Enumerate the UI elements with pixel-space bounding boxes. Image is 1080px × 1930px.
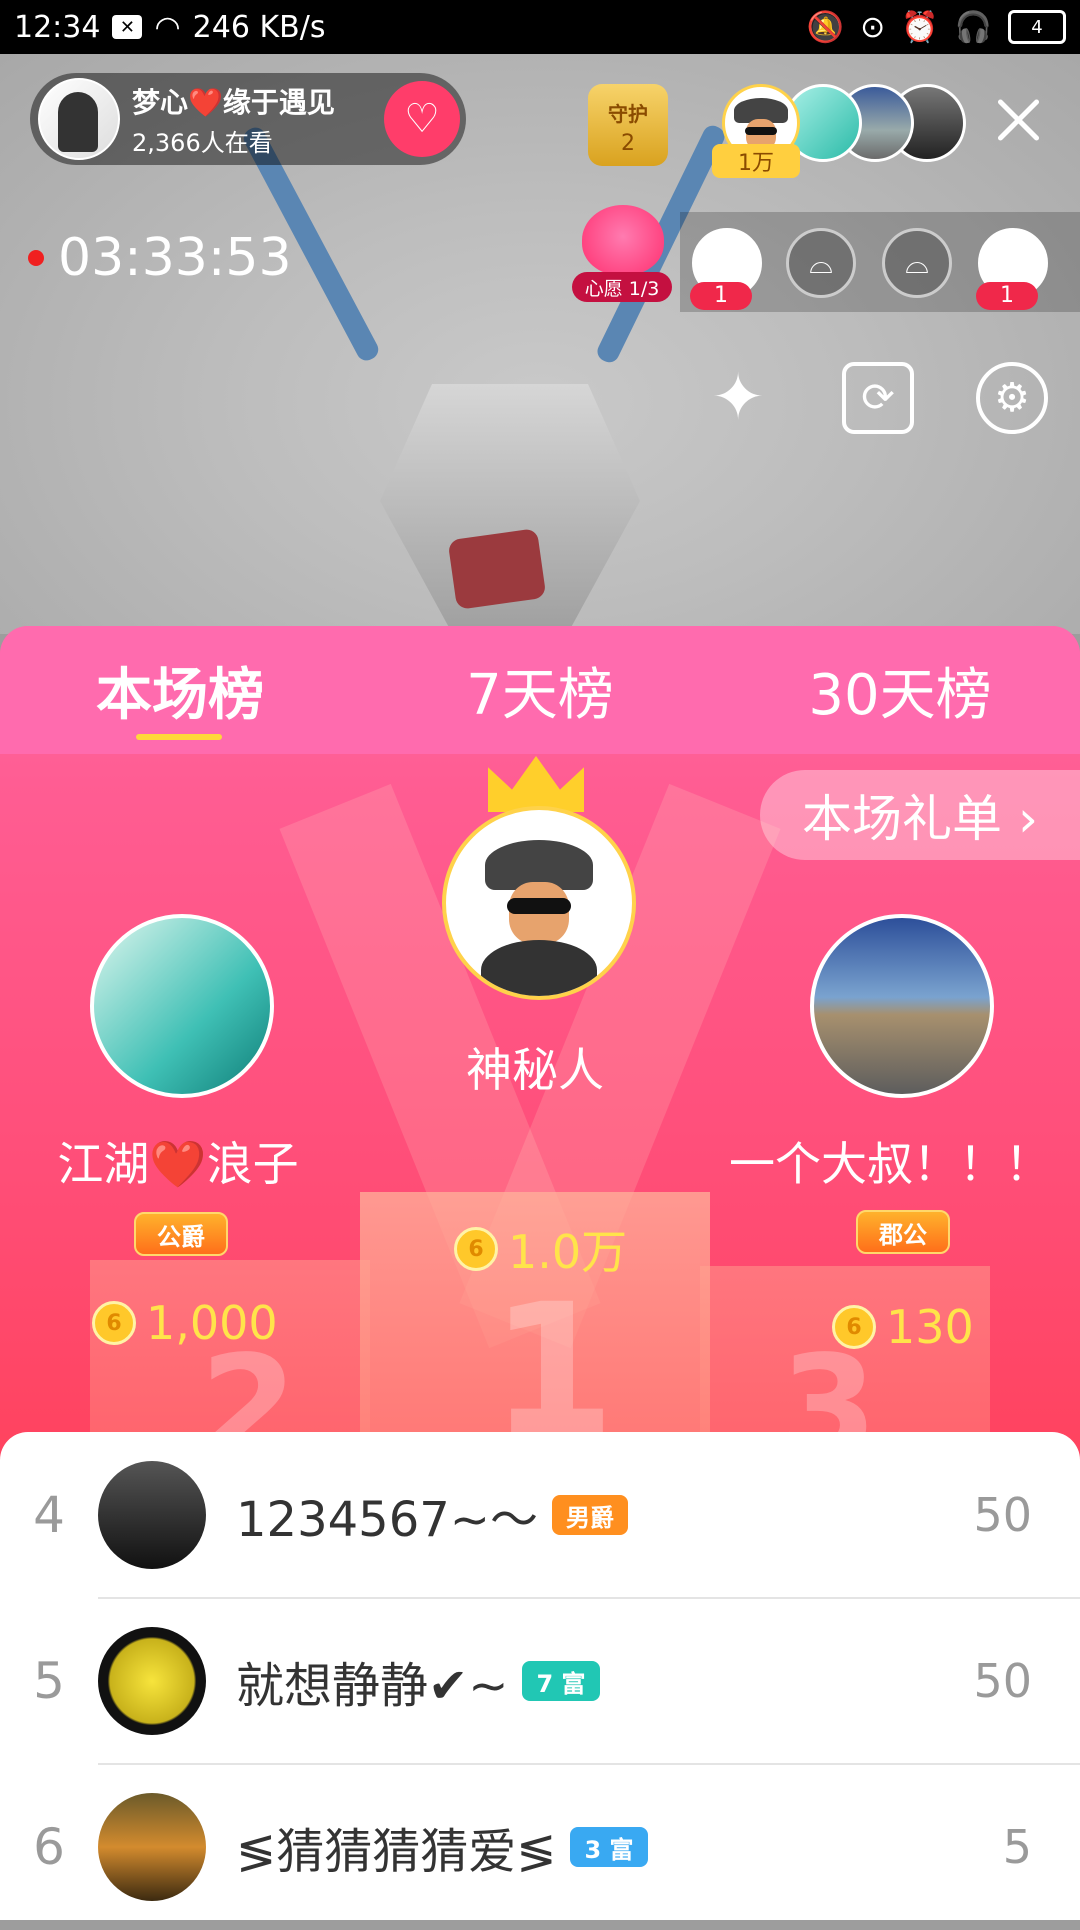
second-place-amount-value: 1,000 bbox=[146, 1296, 278, 1350]
wish-label: 心愿 1/3 bbox=[572, 272, 672, 302]
first-place-amount: 6 1.0万 bbox=[454, 1216, 627, 1282]
alarm-icon: ⏰ bbox=[901, 9, 939, 45]
gift-list-button[interactable]: 本场礼单 › bbox=[760, 770, 1080, 860]
user-name: ≶猜猜猜猜爱≶ bbox=[236, 1824, 557, 1880]
host-avatar[interactable] bbox=[38, 78, 120, 160]
title-badge-count: 郡公 bbox=[856, 1210, 950, 1254]
user-name: 1234567~〜 bbox=[236, 1492, 538, 1548]
coin-icon: 6 bbox=[92, 1301, 136, 1345]
lock-icon: ⊙ bbox=[860, 9, 886, 45]
third-place-amount: 6 130 bbox=[832, 1300, 974, 1354]
host-info-pill[interactable]: 梦心❤️缘于遇见 2,366人在看 ♡ bbox=[30, 73, 466, 165]
list-item[interactable]: 5 就想静静✔~ 7 富 50 bbox=[0, 1598, 1080, 1764]
wealth-badge: 3 富 bbox=[570, 1827, 648, 1867]
list-item[interactable]: 4 1234567~〜 男爵 50 bbox=[0, 1432, 1080, 1598]
first-place-name: 神秘人 bbox=[466, 1043, 604, 1097]
timer-text: 03:33:53 bbox=[58, 228, 292, 288]
user-avatar[interactable] bbox=[98, 1627, 206, 1735]
heart-plus-icon: ♡ bbox=[404, 96, 440, 142]
leaderboard-tabs: 本场榜 7天榜 30天榜 bbox=[0, 626, 1080, 754]
guard-label: 守护 bbox=[608, 102, 648, 126]
follow-button[interactable]: ♡ bbox=[384, 81, 460, 157]
battery-icon: 4 bbox=[1008, 10, 1066, 44]
first-place-avatar[interactable] bbox=[442, 806, 636, 1000]
contribution-value: 5 bbox=[1002, 1820, 1032, 1874]
second-place-name: 江湖❤️浪子 bbox=[57, 1137, 299, 1191]
guard-count: 2 bbox=[621, 131, 635, 156]
tab-30-days[interactable]: 30天榜 bbox=[720, 626, 1080, 754]
guard-badge[interactable]: 守护 2 bbox=[588, 84, 668, 166]
list-item[interactable]: 6 ≶猜猜猜猜爱≶ 3 富 5 bbox=[0, 1764, 1080, 1930]
user-avatar[interactable] bbox=[98, 1793, 206, 1901]
status-bar: 12:34 ✕ ◠ 246 KB/s 🔕 ⊙ ⏰ 🎧 4 bbox=[0, 0, 1080, 54]
contribution-value: 50 bbox=[973, 1488, 1032, 1542]
second-place-avatar[interactable] bbox=[90, 914, 274, 1098]
coin-icon: 6 bbox=[454, 1227, 498, 1271]
rank-number: 6 bbox=[33, 1818, 65, 1876]
rank-number: 5 bbox=[33, 1652, 65, 1710]
coin-icon: 6 bbox=[832, 1305, 876, 1349]
first-place-amount-value: 1.0万 bbox=[508, 1225, 628, 1279]
seat-empty[interactable]: ⌓ bbox=[882, 228, 952, 298]
network-speed: 246 KB/s bbox=[192, 9, 326, 45]
user-avatar[interactable] bbox=[98, 1461, 206, 1569]
rank-number: 4 bbox=[33, 1486, 65, 1544]
seat-count: 1 bbox=[690, 282, 752, 310]
host-name: 梦心❤️缘于遇见 bbox=[132, 85, 335, 119]
viewer-count: 2,366人在看 bbox=[132, 128, 273, 157]
second-place-amount: 6 1,000 bbox=[92, 1296, 278, 1350]
mute-icon: 🔕 bbox=[806, 9, 845, 45]
sofa-icon: ⌓ bbox=[905, 245, 929, 281]
top-viewer-badge: 1万 bbox=[712, 144, 800, 178]
sofa-icon: ⌓ bbox=[809, 245, 833, 281]
third-place-avatar[interactable] bbox=[810, 914, 994, 1098]
title-badge-duke: 公爵 bbox=[134, 1212, 228, 1256]
ranking-list: 4 1234567~〜 男爵 50 5 就想静静✔~ 7 富 50 6 ≶猜猜猜… bbox=[0, 1432, 1080, 1920]
user-name: 就想静静✔~ bbox=[236, 1658, 509, 1714]
seat-empty[interactable]: ⌓ bbox=[786, 228, 856, 298]
close-icon[interactable] bbox=[990, 92, 1046, 148]
live-timer: 03:33:53 bbox=[28, 228, 292, 288]
camera-switch-icon[interactable]: ⟳ bbox=[842, 362, 914, 434]
wealth-badge: 7 富 bbox=[522, 1661, 600, 1701]
notification-icon: ✕ bbox=[112, 15, 143, 39]
wifi-icon: ◠ bbox=[154, 9, 181, 45]
gear-icon[interactable]: ⚙ bbox=[976, 362, 1048, 434]
rank-badge: 男爵 bbox=[552, 1495, 628, 1535]
active-tab-indicator bbox=[136, 734, 222, 740]
contribution-value: 50 bbox=[973, 1654, 1032, 1708]
third-place-amount-value: 130 bbox=[886, 1300, 974, 1354]
magic-wand-icon[interactable]: ✦ bbox=[702, 361, 774, 435]
third-place-name: 一个大叔！！！ bbox=[729, 1137, 1051, 1191]
wish-heart-icon[interactable] bbox=[582, 205, 664, 275]
crown-icon bbox=[488, 756, 584, 812]
status-time: 12:34 bbox=[14, 9, 101, 45]
live-dot-icon bbox=[28, 250, 44, 266]
deer-nose bbox=[447, 528, 547, 610]
headphones-icon: 🎧 bbox=[954, 9, 992, 45]
tab-7-days[interactable]: 7天榜 bbox=[360, 626, 720, 754]
seat-count: 1 bbox=[976, 282, 1038, 310]
